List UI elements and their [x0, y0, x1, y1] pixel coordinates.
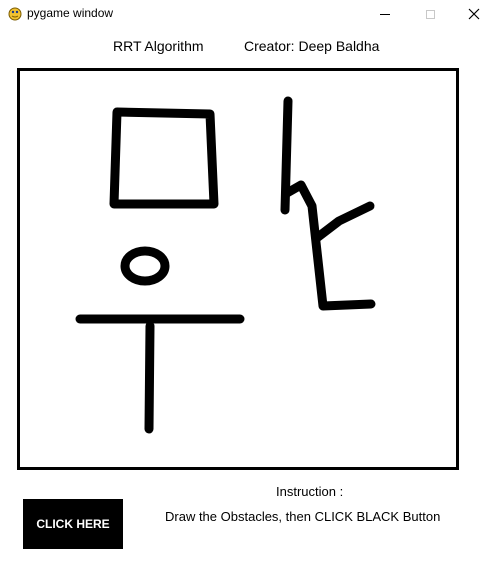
pygame-window: pygame window RRT Algorithm Creator: Dee… [0, 0, 497, 577]
drawing-canvas[interactable] [17, 68, 459, 470]
instruction-text: Draw the Obstacles, then CLICK BLACK But… [165, 509, 441, 524]
window-title: pygame window [27, 6, 114, 20]
click-here-button[interactable]: CLICK HERE [23, 499, 123, 549]
obstacle-hook [282, 180, 376, 311]
obstacle-ellipse [120, 246, 170, 286]
minimize-icon [380, 13, 390, 15]
maximize-icon [425, 9, 435, 19]
pygame-snake-icon [8, 7, 22, 21]
maximize-button[interactable] [407, 0, 453, 28]
minimize-button[interactable] [362, 0, 408, 28]
instruction-title: Instruction : [276, 484, 344, 499]
obstacle-t-vertical [144, 321, 155, 434]
obstacle-diagonal [313, 201, 375, 242]
algorithm-label: RRT Algorithm [113, 38, 204, 54]
title-bar[interactable]: pygame window [0, 0, 497, 28]
close-icon [468, 8, 480, 20]
close-button[interactable] [451, 0, 497, 28]
drawn-obstacles [75, 96, 376, 434]
creator-label: Creator: Deep Baldha [244, 38, 380, 54]
obstacle-square [109, 107, 219, 209]
